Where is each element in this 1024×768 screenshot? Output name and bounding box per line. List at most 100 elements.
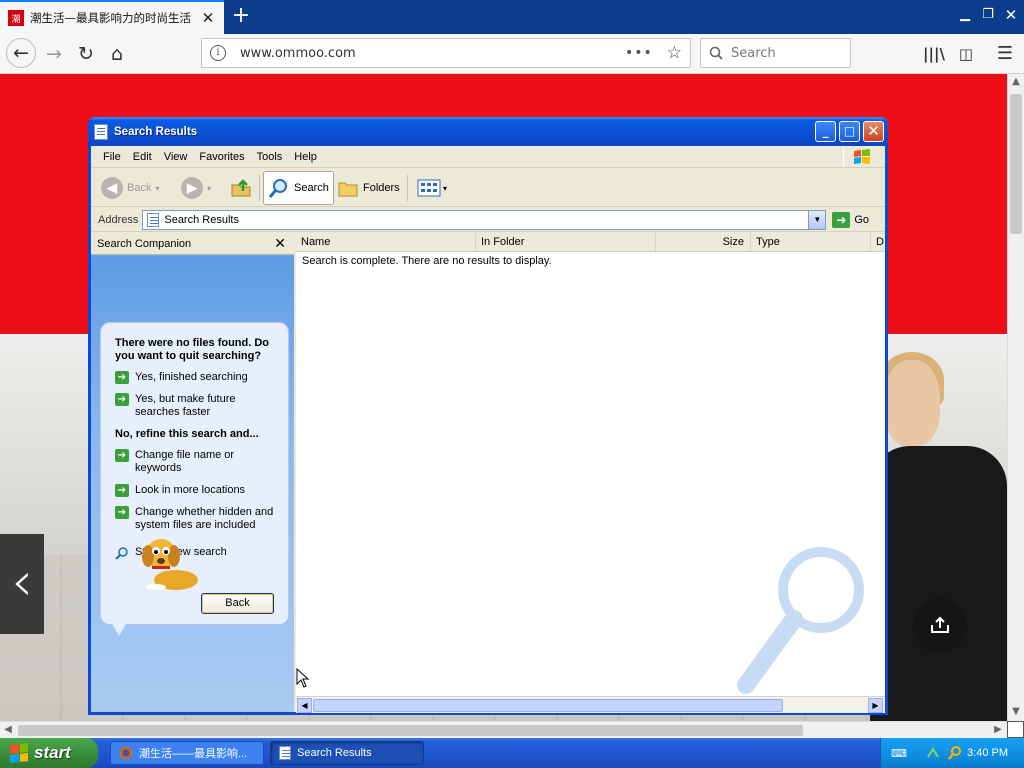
menu-tools[interactable]: Tools	[251, 151, 289, 163]
search-tray-icon[interactable]	[947, 745, 963, 761]
maximize-window-button[interactable]: □	[839, 121, 860, 142]
scroll-up-icon[interactable]: ▲	[1008, 74, 1024, 90]
bookmark-star-icon[interactable]: ☆	[667, 43, 682, 63]
toolbar-separator	[259, 175, 260, 201]
close-tab-icon[interactable]: ✕	[198, 9, 218, 27]
option-label: Look in more locations	[135, 484, 246, 496]
folders-toolbar-button[interactable]: Folders	[337, 171, 400, 205]
page-horizontal-scroll-thumb[interactable]	[18, 725, 803, 736]
slider-previous-button[interactable]: ‹	[0, 534, 44, 634]
network-tray-icon[interactable]	[925, 745, 941, 761]
forward-icon[interactable]: →	[40, 40, 68, 68]
search-dog-icon	[142, 539, 198, 590]
url-text[interactable]: www.ommoo.com	[240, 46, 625, 61]
system-clock[interactable]: 3:40 PM	[967, 747, 1008, 759]
column-name[interactable]: Name	[296, 233, 476, 252]
column-size[interactable]: Size	[656, 233, 751, 252]
share-button[interactable]	[913, 598, 967, 652]
address-dropdown-icon[interactable]: ▼	[808, 210, 826, 229]
model-body	[870, 446, 1007, 721]
reload-icon[interactable]: ↻	[72, 40, 100, 68]
search-results-task-icon	[279, 746, 291, 760]
results-scroll-right-icon[interactable]: ▶	[868, 698, 883, 713]
start-button[interactable]: start	[0, 738, 98, 768]
scroll-down-icon[interactable]: ▼	[1008, 704, 1024, 720]
library-icon[interactable]: |||\	[920, 40, 948, 68]
search-results-small-icon	[147, 212, 160, 227]
address-field[interactable]: Search Results ▼	[142, 209, 827, 230]
column-in-folder[interactable]: In Folder	[476, 233, 656, 252]
new-tab-button[interactable]: +	[228, 4, 254, 30]
companion-back-button[interactable]: Back	[201, 593, 274, 614]
menu-edit[interactable]: Edit	[127, 151, 158, 163]
system-tray: ⌨ 3:40 PM	[880, 738, 1024, 768]
search-toolbar-button[interactable]: Search	[263, 171, 334, 205]
taskbar-task-search-results[interactable]: Search Results	[270, 741, 424, 765]
option-label: Yes, but make future searches faster	[135, 393, 236, 418]
windows-logo-icon	[843, 147, 879, 167]
site-info-icon[interactable]: i	[210, 45, 226, 61]
results-scroll-thumb[interactable]	[313, 699, 783, 712]
back-icon[interactable]: ←	[6, 38, 36, 68]
option-finished-searching[interactable]: ➔ Yes, finished searching	[115, 371, 278, 384]
browser-search-field[interactable]: Search	[700, 38, 851, 68]
bubble-tail	[111, 622, 127, 636]
close-pane-icon[interactable]: ✕	[274, 235, 286, 252]
browser-tab[interactable]: 潮 潮生活—最具影响力的时尚生活 ✕	[0, 0, 224, 34]
close-window-button[interactable]: ✕	[863, 121, 884, 142]
keyboard-tray-icon[interactable]: ⌨	[891, 747, 907, 760]
option-hidden-system-files[interactable]: ➔ Change whether hidden and system files…	[115, 506, 278, 532]
results-list[interactable]: Name In Folder Size Type D Search is com…	[296, 233, 885, 696]
home-icon[interactable]: ⌂	[103, 40, 131, 68]
forward-button[interactable]: ▶ ▾	[181, 171, 211, 205]
url-bar[interactable]: i www.ommoo.com ••• ☆	[201, 38, 691, 68]
up-folder-button[interactable]	[229, 171, 253, 205]
menu-file[interactable]: File	[97, 151, 127, 163]
back-button[interactable]: ◀ Back ▾	[101, 171, 159, 205]
page-actions-icon[interactable]: •••	[625, 45, 653, 61]
option-faster-searches[interactable]: ➔ Yes, but make future searches faster	[115, 393, 278, 419]
browser-tab-strip: 潮 潮生活—最具影响力的时尚生活 ✕ + ▁ ❐ ✕	[0, 0, 1024, 34]
hamburger-menu-icon[interactable]: ☰	[991, 40, 1019, 68]
views-dropdown-icon: ▾	[443, 183, 448, 193]
option-label: Change file name or keywords	[135, 449, 235, 474]
window-title-bar[interactable]: Search Results _ □ ✕	[88, 117, 888, 146]
back-dropdown-icon[interactable]: ▾	[155, 184, 159, 193]
page-vertical-scroll-thumb[interactable]	[1010, 94, 1022, 234]
page-horizontal-scrollbar[interactable]: ◀ ▶	[0, 721, 1007, 738]
option-change-file-name[interactable]: ➔ Change file name or keywords	[115, 449, 278, 475]
restore-browser-button[interactable]: ❐	[979, 6, 997, 24]
minimize-browser-button[interactable]: ▁	[956, 6, 974, 24]
scroll-left-icon[interactable]: ◀	[0, 722, 16, 738]
menu-help[interactable]: Help	[288, 151, 323, 163]
taskbar-task-label: 潮生活——最具影响...	[139, 748, 248, 760]
close-browser-button[interactable]: ✕	[1002, 6, 1020, 24]
sidebar-icon[interactable]: ◫	[952, 40, 980, 68]
green-arrow-icon: ➔	[115, 371, 129, 384]
search-results-window-icon	[94, 123, 108, 140]
forward-dropdown-icon[interactable]: ▾	[207, 184, 211, 193]
minimize-window-button[interactable]: _	[815, 121, 836, 142]
page-vertical-scrollbar[interactable]: ▲ ▼	[1007, 74, 1024, 721]
menu-favorites[interactable]: Favorites	[193, 151, 250, 163]
column-date[interactable]: D	[871, 233, 885, 252]
views-icon	[417, 179, 441, 197]
address-value: Search Results	[164, 213, 239, 226]
column-type[interactable]: Type	[751, 233, 871, 252]
refine-heading: No, refine this search and...	[115, 428, 259, 440]
results-scroll-left-icon[interactable]: ◀	[297, 698, 312, 713]
option-more-locations[interactable]: ➔ Look in more locations	[115, 484, 278, 497]
browser-navigation-bar: ← → ↻ ⌂ i www.ommoo.com ••• ☆ Search |||…	[0, 34, 1024, 74]
search-button-label: Search	[294, 182, 329, 194]
go-button[interactable]: ➔ Go	[832, 211, 869, 228]
go-arrow-icon: ➔	[832, 211, 851, 228]
results-horizontal-scrollbar[interactable]: ◀ ▶	[296, 696, 885, 713]
menu-view[interactable]: View	[158, 151, 194, 163]
site-favicon-icon: 潮	[8, 10, 24, 26]
forward-arrow-icon: ▶	[181, 177, 203, 199]
folders-icon	[338, 182, 358, 197]
upload-icon	[931, 616, 949, 633]
taskbar-task-browser[interactable]: 潮生活——最具影响...	[110, 741, 264, 765]
views-toolbar-button[interactable]: ▾	[417, 171, 447, 205]
scroll-right-icon[interactable]: ▶	[990, 722, 1006, 738]
